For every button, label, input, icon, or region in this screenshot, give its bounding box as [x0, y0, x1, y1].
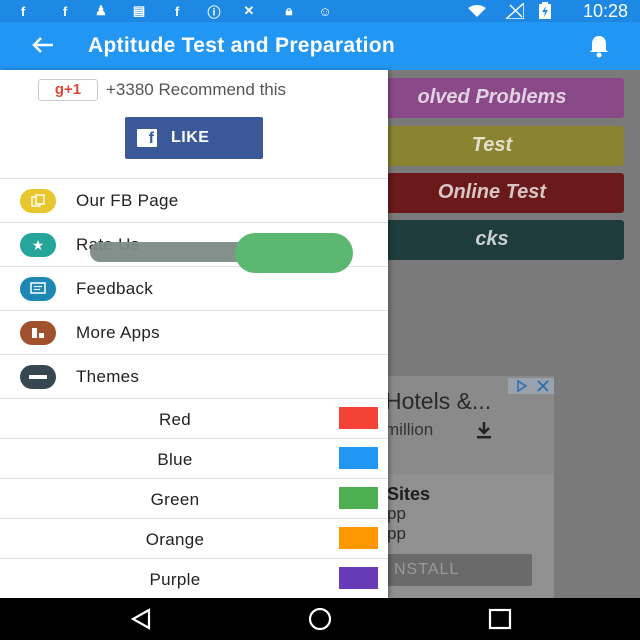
drawer-item-label: Our FB Page — [76, 191, 179, 210]
facebook-icon: f — [62, 3, 68, 19]
theme-swatch — [339, 407, 378, 429]
ad-panel-line: pp — [387, 504, 406, 523]
facebook-like-button[interactable]: f LIKE — [125, 117, 263, 159]
facebook-icon: f — [174, 3, 180, 19]
chess-icon: ♟ — [95, 3, 107, 18]
drawer-item-label: Feedback — [76, 279, 154, 298]
info-icon: ⓘ — [207, 4, 221, 20]
drawer-item-label: More Apps — [76, 323, 160, 342]
lock-icon: 🔒︎ — [285, 3, 293, 18]
theme-swatch — [339, 527, 378, 549]
google-plus-button[interactable]: g+1 — [38, 79, 98, 101]
navigation-drawer: g+1 +3380 Recommend this f LIKE Our FB P… — [0, 70, 388, 598]
message-icon: ▤ — [132, 3, 146, 18]
install-button[interactable]: NSTALL — [370, 554, 532, 586]
touch-indicator — [235, 233, 353, 273]
app-bar: Aptitude Test and Preparation — [0, 22, 640, 70]
theme-option-blue[interactable]: Blue — [0, 438, 388, 478]
theme-option-orange[interactable]: Orange — [0, 518, 388, 558]
theme-option-green[interactable]: Green — [0, 478, 388, 518]
tools-icon: ✕ — [243, 3, 255, 18]
apps-icon — [20, 321, 56, 345]
no-signal-icon — [506, 3, 524, 19]
pages-icon — [20, 189, 56, 213]
download-icon — [474, 420, 494, 445]
ad-headline: Hotels &... — [385, 388, 492, 414]
drawer-item-label: Themes — [76, 367, 140, 386]
nav-back-icon[interactable] — [127, 606, 157, 632]
theme-label: Green — [150, 490, 200, 509]
theme-option-purple[interactable]: Purple — [0, 558, 388, 598]
ad-banner[interactable]: Hotels &... million Sites pp pp NSTALL — [370, 376, 554, 598]
ad-panel-line: pp — [387, 524, 406, 543]
theme-swatch — [339, 567, 378, 589]
theme-swatch — [339, 487, 378, 509]
feedback-icon — [20, 277, 56, 301]
app-title: Aptitude Test and Preparation — [88, 34, 396, 57]
recommend-count: +3380 Recommend this — [106, 80, 287, 99]
system-nav-bar — [0, 598, 640, 640]
ad-subline: million — [385, 420, 434, 439]
menu-button-label: Test — [471, 134, 513, 156]
ad-choices-icon[interactable] — [508, 378, 554, 394]
status-bar: f f ♟ ▤ f ⓘ ✕ 🔒︎ ☺ 10:28 — [0, 0, 640, 22]
theme-label: Orange — [145, 530, 205, 549]
wifi-icon — [468, 3, 486, 19]
themes-icon — [20, 365, 56, 389]
theme-label: Purple — [149, 570, 201, 589]
menu-button-solved-problems[interactable]: olved Problems — [360, 78, 624, 118]
ad-panel: Sites pp pp NSTALL — [370, 474, 554, 598]
drawer-item-themes[interactable]: Themes — [0, 354, 388, 398]
bell-icon[interactable] — [586, 33, 612, 59]
facebook-icon: f — [137, 129, 157, 147]
android-icon: ☺ — [318, 3, 332, 19]
drawer-item-fb-page[interactable]: Our FB Page — [0, 178, 388, 222]
menu-button-tricks[interactable]: cks — [360, 220, 624, 260]
nav-home-icon[interactable] — [305, 606, 335, 632]
arrow-left-icon[interactable] — [28, 30, 58, 60]
like-label: LIKE — [171, 129, 210, 146]
menu-button-online-test[interactable]: Online Test — [360, 173, 624, 213]
theme-label: Blue — [157, 450, 193, 469]
clock: 10:28 — [582, 1, 628, 21]
ad-panel-title: Sites — [387, 484, 431, 504]
theme-swatch — [339, 447, 378, 469]
menu-button-label: olved Problems — [417, 86, 567, 108]
drawer-item-more-apps[interactable]: More Apps — [0, 310, 388, 354]
theme-option-red[interactable]: Red — [0, 398, 388, 438]
battery-charging-icon — [536, 2, 554, 19]
nav-recents-icon[interactable] — [485, 606, 515, 632]
menu-button-test[interactable]: Test — [360, 126, 624, 166]
menu-button-label: Online Test — [437, 181, 547, 203]
star-icon: ★ — [20, 233, 56, 257]
theme-label: Red — [158, 410, 192, 429]
facebook-icon: f — [20, 3, 26, 19]
menu-button-label: cks — [475, 228, 509, 250]
